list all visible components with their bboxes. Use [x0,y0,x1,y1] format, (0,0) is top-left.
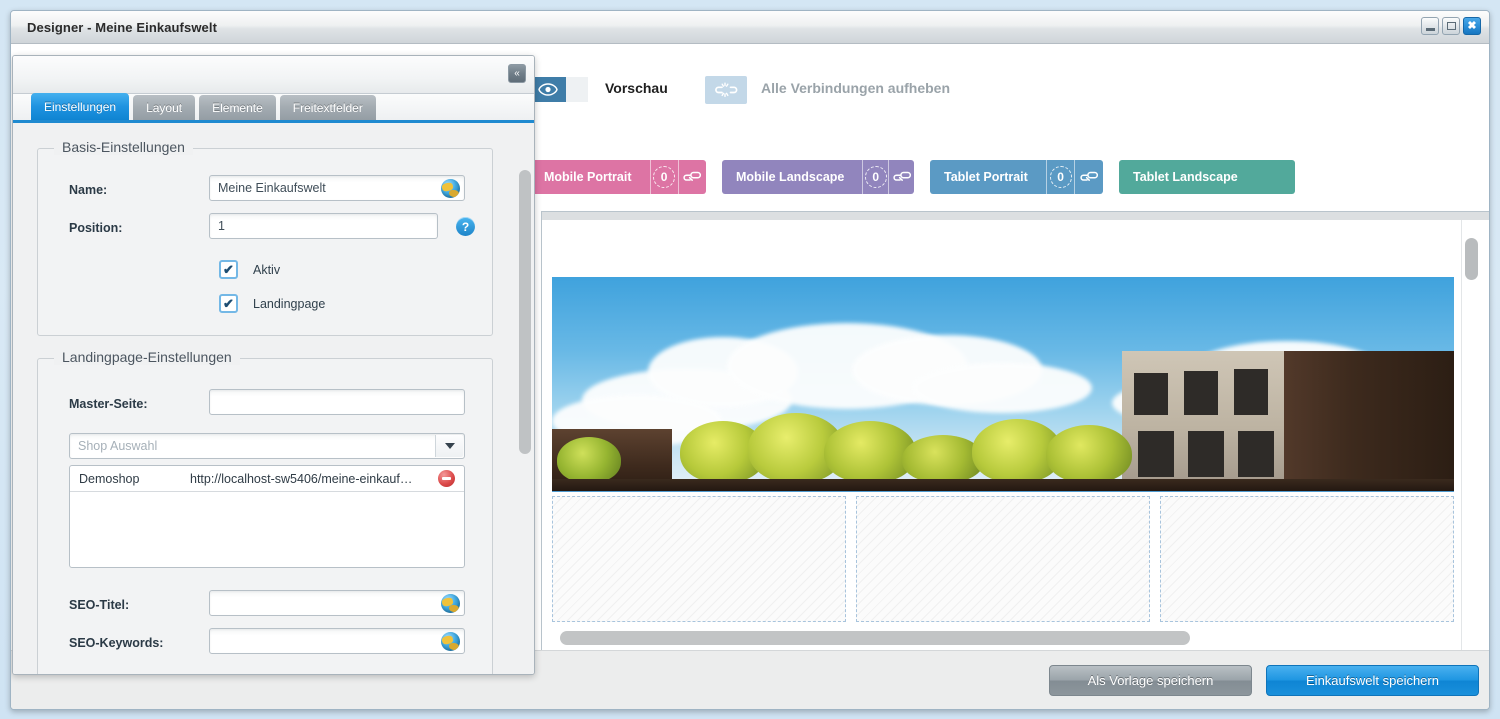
save-shopping-world-button[interactable]: Einkaufswelt speichern [1266,665,1479,696]
device-unlink-icon[interactable] [677,160,706,194]
device-tab-mobile-portrait[interactable]: Mobile Portrait 0 [530,160,706,194]
chevron-down-icon [444,443,455,449]
shop-url: http://localhost-sw5406/meine-einkauf… [190,471,413,486]
basis-settings-group: Basis-Einstellungen Name: Meine Einkaufs… [37,139,493,336]
basis-settings-legend: Basis-Einstellungen [54,139,193,155]
device-tab-tablet-landscape[interactable]: Tablet Landscape [1119,160,1295,194]
device-tab-tablet-portrait[interactable]: Tablet Portrait 0 [930,160,1103,194]
aktiv-label: Aktiv [253,263,281,277]
seo-title-input[interactable] [209,590,465,616]
tab-elemente[interactable]: Elemente [199,95,276,120]
position-input[interactable]: 1 [209,213,438,239]
seo-title-label: SEO-Titel: [69,598,130,612]
device-tab-count[interactable]: 0 [1045,160,1075,194]
save-as-template-button[interactable]: Als Vorlage speichern [1049,665,1252,696]
aktiv-checkbox[interactable]: ✔ [219,260,238,279]
unlink-all-icon[interactable] [705,76,747,104]
canvas-vertical-scroll-thumb[interactable] [1465,238,1478,280]
position-label: Position: [69,221,123,235]
name-translate-globe-icon[interactable] [441,179,460,198]
canvas-viewport [530,207,1489,650]
window-titlebar: Designer - Meine Einkaufswelt ✖ [11,11,1489,44]
master-page-label: Master-Seite: [69,397,148,411]
landingpage-label: Landingpage [253,297,326,311]
canvas-horizontal-scroll-thumb[interactable] [560,631,1190,645]
device-unlink-icon[interactable] [888,160,914,194]
banner-element[interactable] [552,277,1454,492]
panel-vertical-scroll-thumb[interactable] [519,170,531,454]
element-dropzones [552,496,1454,622]
remove-shop-button[interactable] [438,470,455,487]
seo-keywords-translate-globe-icon[interactable] [441,632,460,651]
element-dropzone[interactable] [856,496,1150,622]
position-help-button[interactable]: ? [456,217,475,236]
close-icon: ✖ [1467,19,1477,32]
device-tab-label: Tablet Landscape [1133,170,1238,184]
tab-freitextfelder[interactable]: Freitextfelder [279,95,376,120]
seo-keywords-label: SEO-Keywords: [69,636,164,650]
settings-panel: « Einstellungen Layout Elemente Freitext… [12,55,535,675]
minimize-button[interactable] [1421,17,1439,35]
banner-trees [552,396,1454,491]
tab-layout[interactable]: Layout [133,95,196,120]
name-input[interactable]: Meine Einkaufswelt [209,175,465,201]
master-page-select[interactable] [209,389,465,415]
window-title: Designer - Meine Einkaufswelt [27,20,218,35]
settings-panel-tabs: Einstellungen Layout Elemente Freitextfe… [13,93,534,123]
canvas-top-strip [542,212,1489,220]
element-dropzone[interactable] [1160,496,1454,622]
window-body: Vorschau Alle Verbindungen aufheben Mobi… [11,44,1489,709]
device-tab-mobile-landscape[interactable]: Mobile Landscape 0 [722,160,914,194]
device-tab-count[interactable]: 0 [649,160,678,194]
seo-title-translate-globe-icon[interactable] [441,594,460,613]
preview-toggle-off-half[interactable] [566,77,588,102]
banner-ground [552,479,1454,491]
panel-vertical-scrollbar[interactable] [518,130,532,672]
device-tab-label: Mobile Landscape [736,170,845,184]
checkmark-icon: ✔ [223,262,234,277]
name-label: Name: [69,183,108,197]
shop-name: Demoshop [79,471,140,486]
close-button[interactable]: ✖ [1463,17,1481,35]
shop-select-dropdown-arrow[interactable] [435,435,463,457]
canvas-gap [542,220,1489,277]
checkmark-icon: ✔ [223,296,234,311]
shop-list-row[interactable]: Demoshop http://localhost-sw5406/meine-e… [70,466,464,492]
element-dropzone[interactable] [552,496,846,622]
maximize-button[interactable] [1442,17,1460,35]
eye-icon[interactable] [530,77,566,102]
device-tabs: Mobile Portrait 0 Mobile Landscape 0 Tab… [530,160,1295,194]
seo-keywords-input[interactable] [209,628,465,654]
device-tab-count[interactable]: 0 [862,160,888,194]
collapse-panel-button[interactable]: « [508,64,526,83]
unlink-all-label[interactable]: Alle Verbindungen aufheben [761,80,950,96]
canvas-vertical-scrollbar[interactable] [1461,220,1479,650]
maximize-icon [1446,22,1456,30]
settings-panel-header: « [13,56,534,94]
designer-window: Designer - Meine Einkaufswelt ✖ Vorschau [10,10,1490,710]
settings-panel-content: Basis-Einstellungen Name: Meine Einkaufs… [13,126,534,674]
tab-einstellungen[interactable]: Einstellungen [31,93,130,120]
window-controls: ✖ [1421,17,1481,35]
device-tab-label: Tablet Portrait [944,170,1028,184]
landingpage-settings-legend: Landingpage-Einstellungen [54,349,240,365]
landingpage-checkbox[interactable]: ✔ [219,294,238,313]
landingpage-settings-group: Landingpage-Einstellungen Master-Seite: … [37,349,493,674]
minimize-icon [1425,27,1435,31]
shop-list[interactable]: Demoshop http://localhost-sw5406/meine-e… [69,465,465,568]
shop-select-placeholder: Shop Auswahl [78,439,158,453]
preview-label: Vorschau [605,80,668,96]
device-tab-label: Mobile Portrait [544,170,632,184]
preview-toggle[interactable] [530,77,588,102]
shop-select[interactable]: Shop Auswahl [69,433,465,459]
minus-icon [442,477,451,480]
device-unlink-icon[interactable] [1074,160,1103,194]
canvas-horizontal-scrollbar[interactable] [552,631,1454,645]
canvas-page [541,211,1489,650]
